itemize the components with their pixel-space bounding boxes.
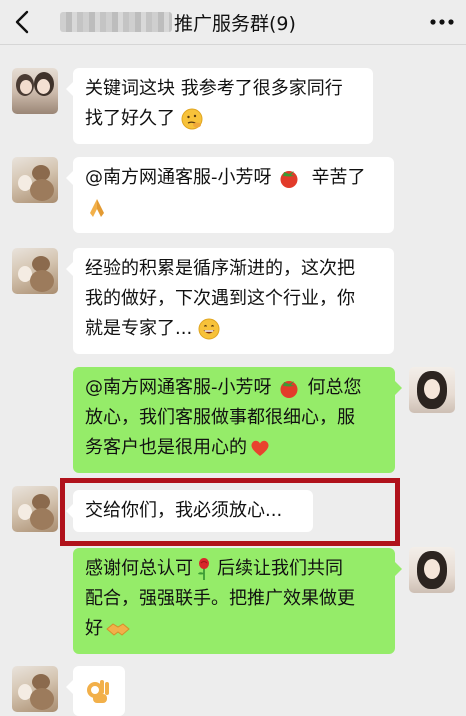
highlight-annotation-box (60, 478, 400, 546)
message-bubble-3[interactable]: 经验的积累是循序渐进的，这次把 我的做好，下次遇到这个行业，你 就是专家了... (66, 248, 394, 354)
more-options-icon[interactable] (428, 10, 456, 34)
message-text-line: 我的做好，下次遇到这个行业，你 (85, 288, 355, 309)
rose-emoji (198, 558, 209, 580)
girls-avatar[interactable] (12, 68, 58, 114)
handshake-emoji (106, 623, 130, 636)
message-text-line: @南方网通客服-小芳呀 何总您 (85, 377, 362, 398)
back-arrow-icon[interactable] (12, 9, 36, 35)
bear-avatar[interactable] (12, 666, 58, 712)
message-bubble-1[interactable]: 关键词这块 我参考了很多家同行 找了好久了 (66, 68, 373, 144)
grinning-face-emoji (198, 318, 220, 340)
bear-avatar[interactable] (12, 157, 58, 203)
heart-emoji (251, 440, 269, 456)
message-bubble-6[interactable]: 感谢何总认可 后续让我们共同 配合，强强联手。把推广效果做更 好 (73, 548, 402, 654)
message-text-line: 务客户也是很用心的 (85, 433, 383, 463)
message-text-line: 经验的积累是循序渐进的，这次把 (85, 258, 355, 279)
message-bubble-2[interactable]: @南方网通客服-小芳呀 辛苦了 (66, 157, 394, 233)
message-bubble-4[interactable]: @南方网通客服-小芳呀 何总您 放心，我们客服做事都很细心，服 务客户也是很用心的 (73, 367, 402, 473)
chat-header: 推广服务群(9) (0, 0, 466, 45)
message-bubble-7[interactable] (66, 666, 125, 716)
praying-hands-emoji (90, 199, 104, 217)
message-text-line: 找了好久了 (85, 104, 361, 134)
tomato-emoji (280, 171, 297, 188)
message-text-line: @南方网通客服-小芳呀 辛苦了 (85, 167, 366, 188)
message-text-line: 关键词这块 我参考了很多家同行 (85, 78, 343, 99)
message-text-line: 就是专家了... (85, 314, 382, 344)
chat-title[interactable]: 推广服务群(9) (60, 0, 400, 44)
message-text-line: 放心，我们客服做事都很细心，服 (85, 407, 355, 428)
tomato-emoji (280, 381, 297, 398)
message-text-line: 好 (85, 614, 383, 644)
chat-title-text: 推广服务群(9) (174, 12, 296, 35)
message-text-line: 感谢何总认可 后续让我们共同 (85, 558, 343, 580)
message-text-line (85, 193, 382, 223)
bear-avatar[interactable] (12, 486, 58, 532)
bear-avatar[interactable] (12, 248, 58, 294)
self-avatar[interactable] (409, 547, 455, 593)
self-avatar[interactable] (409, 367, 455, 413)
blurred-group-name (60, 12, 172, 32)
thinking-face-emoji (181, 108, 203, 130)
message-text-line: 配合，强强联手。把推广效果做更 (85, 588, 355, 609)
